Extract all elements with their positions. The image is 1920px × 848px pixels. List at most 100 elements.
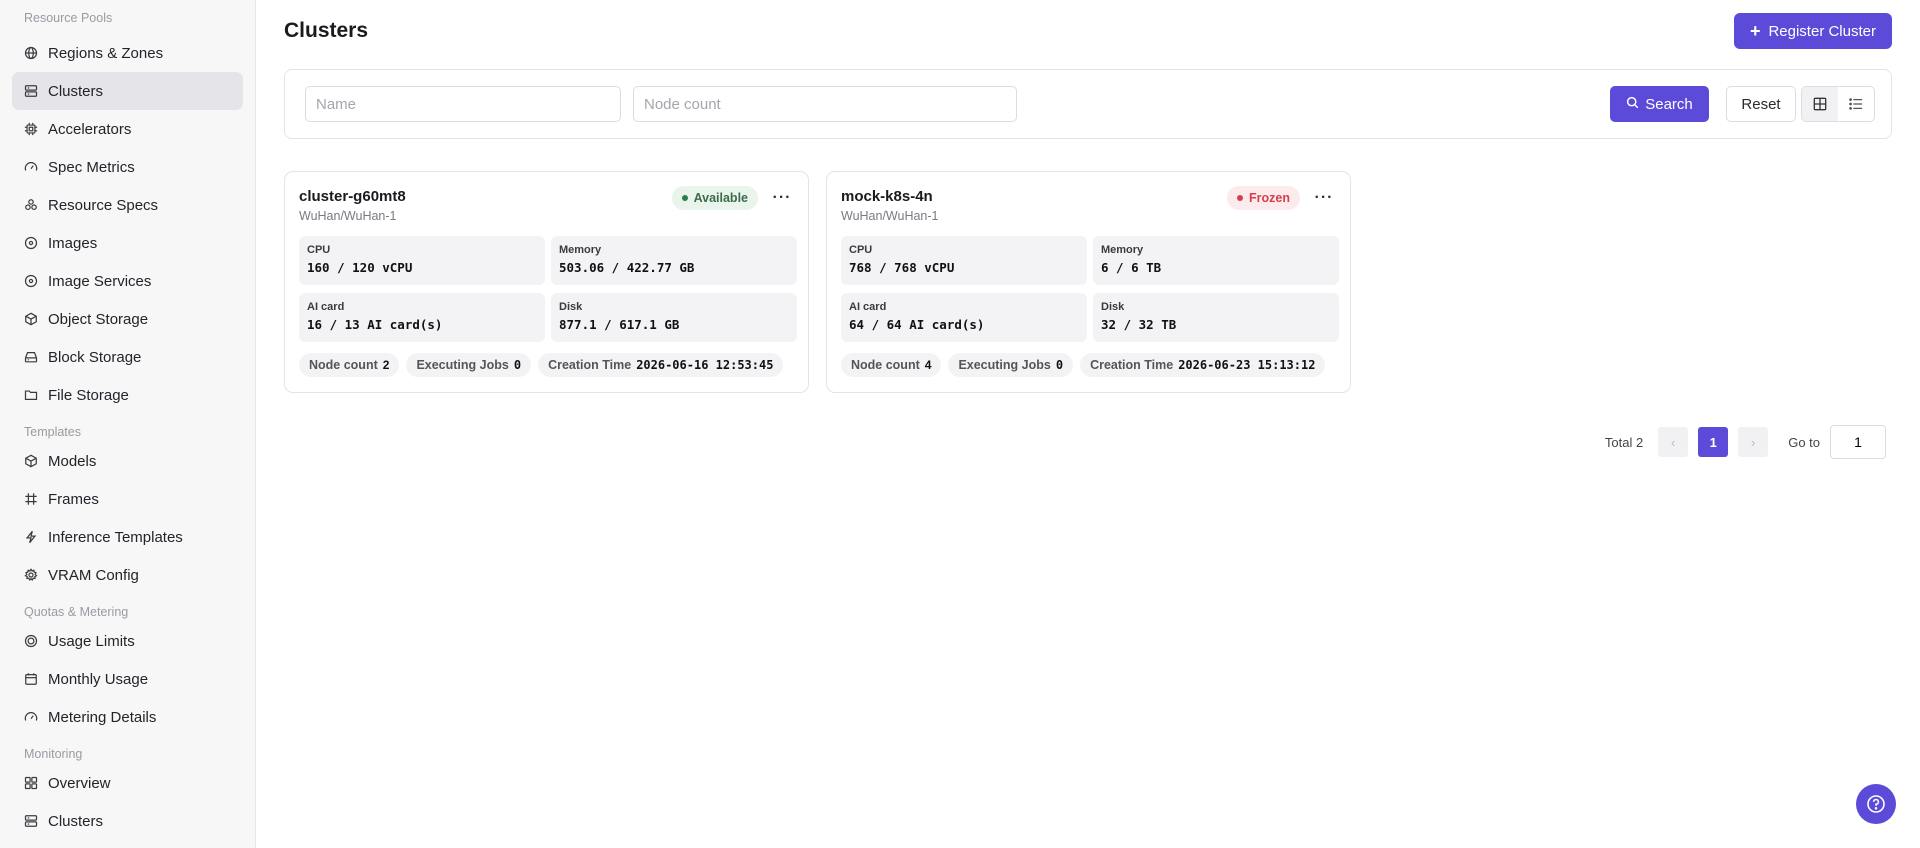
dashboard-icon (24, 776, 38, 790)
tag-label: Creation Time (1090, 358, 1174, 372)
sidebar-item-label: Clusters (48, 812, 104, 830)
pagination-total: Total 2 (1604, 434, 1644, 450)
filter-bar: Search Reset (284, 69, 1892, 139)
sidebar-item-block-storage[interactable]: Block Storage (12, 338, 243, 376)
sidebar-item-regions-zones[interactable]: Regions & Zones (12, 34, 243, 72)
creation-time-tag: Creation Time 2026-06-16 12:53:45 (538, 353, 784, 377)
metric-label: CPU (849, 244, 873, 256)
cluster-card[interactable]: cluster-g60mt8 WuHan/WuHan-1 Available ·… (284, 171, 809, 393)
cluster-card[interactable]: mock-k8s-4n WuHan/WuHan-1 Frozen ··· CPU… (826, 171, 1351, 393)
server-icon (24, 84, 38, 98)
register-cluster-button[interactable]: + Register Cluster (1733, 13, 1892, 49)
nav-section-templates: Templates (24, 425, 81, 439)
next-page-icon[interactable]: › (1738, 427, 1769, 457)
metric-value: 6 / 6 TB (1101, 260, 1162, 275)
list-view-icon[interactable] (1838, 87, 1874, 121)
cluster-tags: Node count 4 Executing Jobs 0 Creation Tim… (841, 353, 1326, 377)
tag-label: Node count (851, 358, 920, 372)
disc-icon (24, 236, 38, 250)
sidebar-item-label: Models (48, 452, 97, 470)
sidebar-item-label: File Storage (48, 386, 129, 404)
sidebar-item-overview[interactable]: Overview (12, 764, 243, 802)
sidebar-item-images[interactable]: Images (12, 224, 243, 262)
sidebar-item-resource-specs[interactable]: Resource Specs (12, 186, 243, 224)
sidebar-item-label: Accelerators (48, 120, 132, 138)
goto-page-input[interactable] (1830, 425, 1886, 459)
calendar-icon (24, 672, 38, 686)
gauge-icon (24, 160, 38, 174)
sidebar-item-spec-metrics[interactable]: Spec Metrics (12, 148, 243, 186)
view-toggle (1801, 86, 1875, 122)
tag-value: 0 (513, 358, 522, 372)
grid-view-icon[interactable] (1802, 87, 1838, 121)
ai-card-metric: AI card 64 / 64 AI card(s) (841, 293, 1087, 342)
sidebar-item-monthly-usage[interactable]: Monthly Usage (12, 660, 243, 698)
node-count-input[interactable] (633, 86, 1017, 122)
metric-label: Disk (1101, 301, 1125, 313)
disc-icon (24, 274, 38, 288)
sidebar-item-monitoring-clusters[interactable]: Clusters (12, 802, 243, 840)
cluster-location: WuHan/WuHan-1 (299, 209, 397, 223)
search-label: Search (1645, 95, 1693, 113)
status-label: Available (693, 191, 748, 205)
sidebar-item-label: Resource Specs (48, 196, 159, 214)
sidebar-item-image-services[interactable]: Image Services (12, 262, 243, 300)
pagination: Total 2 ‹ 1 › Go to (1605, 425, 1886, 459)
sidebar-item-label: Regions & Zones (48, 44, 164, 62)
cube-icon (24, 312, 38, 326)
globe-icon (24, 46, 38, 60)
sidebar-item-vram-config[interactable]: VRAM Config (12, 556, 243, 594)
plus-icon: + (1749, 21, 1761, 41)
name-input[interactable] (305, 86, 621, 122)
cpu-metric: CPU 160 / 120 vCPU (299, 236, 545, 285)
cluster-location: WuHan/WuHan-1 (841, 209, 939, 223)
sidebar-item-models[interactable]: Models (12, 442, 243, 480)
reset-button[interactable]: Reset (1726, 86, 1796, 122)
folder-icon (24, 388, 38, 402)
register-cluster-label: Register Cluster (1768, 22, 1876, 40)
sidebar-item-frames[interactable]: Frames (12, 480, 243, 518)
hash-icon (24, 492, 38, 506)
search-button[interactable]: Search (1610, 86, 1709, 122)
goto-label: Go to (1788, 434, 1820, 450)
server-icon (24, 814, 38, 828)
tag-value: 2026-06-23 15:13:12 (1178, 358, 1316, 372)
metric-label: Disk (559, 301, 583, 313)
more-menu-icon[interactable]: ··· (1312, 186, 1336, 210)
more-menu-icon[interactable]: ··· (770, 186, 794, 210)
cluster-name[interactable]: cluster-g60mt8 (299, 188, 406, 205)
ai-card-metric: AI card 16 / 13 AI card(s) (299, 293, 545, 342)
prev-page-icon[interactable]: ‹ (1658, 427, 1689, 457)
nav-section-quotas: Quotas & Metering (24, 605, 129, 619)
sidebar-item-file-storage[interactable]: File Storage (12, 376, 243, 414)
sidebar-item-label: Image Services (48, 272, 152, 290)
node-count-tag: Node count 4 (841, 353, 942, 377)
hdd-icon (24, 350, 38, 364)
cube-icon (24, 454, 38, 468)
layers-icon (24, 198, 38, 212)
sidebar-item-label: Metering Details (48, 708, 157, 726)
metric-label: AI card (307, 301, 345, 313)
metric-value: 877.1 / 617.1 GB (559, 317, 680, 332)
tag-value: 2 (382, 358, 390, 372)
page-number[interactable]: 1 (1698, 427, 1729, 457)
sidebar-item-label: Frames (48, 490, 99, 508)
sidebar-item-inference-templates[interactable]: Inference Templates (12, 518, 243, 556)
metric-label: CPU (307, 244, 331, 256)
bolt-icon (24, 530, 38, 544)
metric-label: AI card (849, 301, 887, 313)
sidebar-item-usage-limits[interactable]: Usage Limits (12, 622, 243, 660)
sidebar-item-accelerators[interactable]: Accelerators (12, 110, 243, 148)
nav-section-resource-pools: Resource Pools (24, 11, 113, 25)
executing-jobs-tag: Executing Jobs 0 (948, 353, 1074, 377)
tag-label: Executing Jobs (958, 358, 1051, 372)
sidebar-item-clusters[interactable]: Clusters (12, 72, 243, 110)
sidebar-item-object-storage[interactable]: Object Storage (12, 300, 243, 338)
main-content: Clusters + Register Cluster Search Reset… (256, 0, 1920, 848)
tag-value: 0 (1055, 358, 1064, 372)
cluster-name[interactable]: mock-k8s-4n (841, 188, 933, 205)
disk-metric: Disk 877.1 / 617.1 GB (551, 293, 797, 342)
metric-value: 32 / 32 TB (1101, 317, 1177, 332)
help-icon[interactable] (1856, 784, 1896, 824)
sidebar-item-metering-details[interactable]: Metering Details (12, 698, 243, 736)
